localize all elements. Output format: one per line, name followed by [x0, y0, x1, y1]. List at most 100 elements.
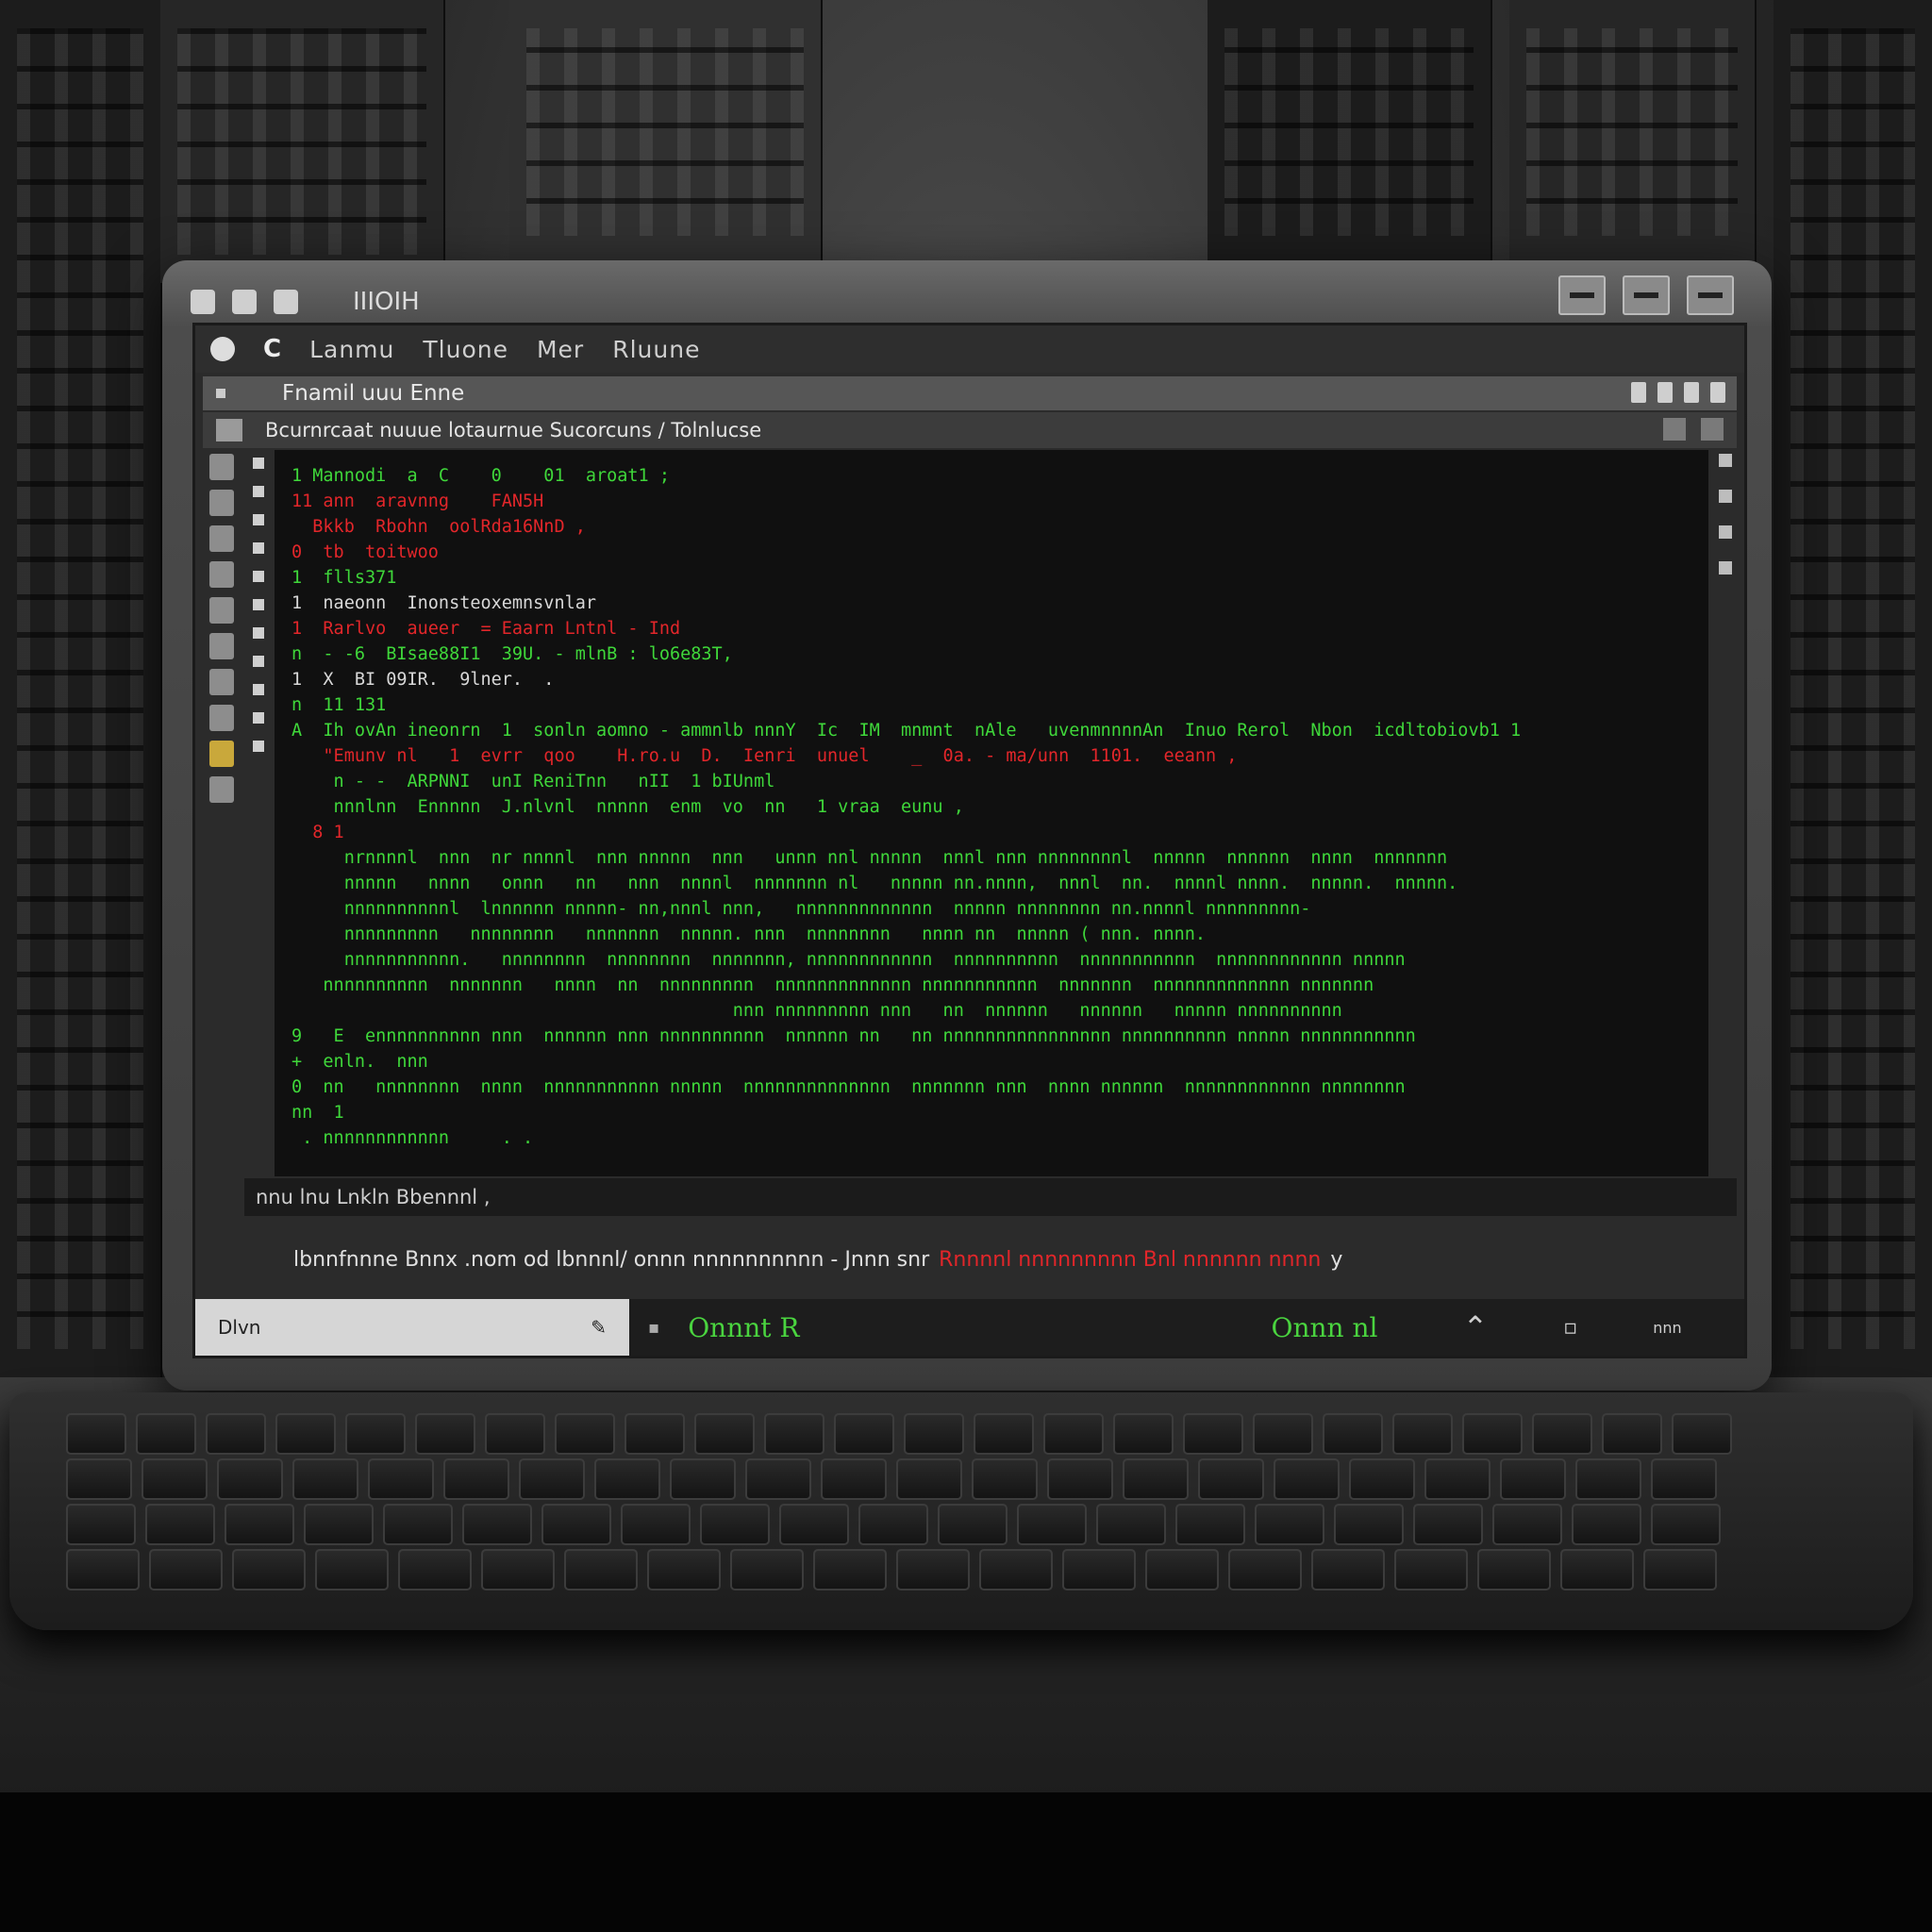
keyboard-key[interactable]	[972, 1458, 1038, 1500]
bookmark-icon[interactable]	[1719, 454, 1732, 467]
keyboard-key[interactable]	[462, 1504, 532, 1545]
keyboard-key[interactable]	[66, 1549, 140, 1591]
keyboard-key[interactable]	[1572, 1504, 1641, 1545]
keyboard-key[interactable]	[1643, 1549, 1717, 1591]
keyboard-key[interactable]	[594, 1458, 660, 1500]
keyboard-key[interactable]	[745, 1458, 811, 1500]
keyboard-key[interactable]	[368, 1458, 434, 1500]
keyboard-key[interactable]	[1198, 1458, 1264, 1500]
keyboard-key[interactable]	[1255, 1504, 1324, 1545]
keyboard-key[interactable]	[1560, 1549, 1634, 1591]
menu-item-1[interactable]: Lanmu	[309, 336, 394, 363]
keyboard-key[interactable]	[66, 1458, 132, 1500]
keyboard-key[interactable]	[1253, 1413, 1313, 1455]
scroll-marker-icon[interactable]	[1719, 561, 1732, 575]
keyboard-key[interactable]	[443, 1458, 509, 1500]
keyboard-key[interactable]	[904, 1413, 964, 1455]
back-button[interactable]: C	[263, 335, 281, 363]
keyboard-key[interactable]	[225, 1504, 294, 1545]
folder-tool-icon[interactable]	[209, 705, 234, 731]
keyboard-key[interactable]	[519, 1458, 585, 1500]
keyboard-key[interactable]	[1228, 1549, 1302, 1591]
square-icon[interactable]	[1710, 382, 1725, 403]
keyboard-key[interactable]	[564, 1549, 638, 1591]
grid-icon[interactable]	[274, 290, 298, 314]
keyboard-key[interactable]	[149, 1549, 223, 1591]
keyboard-key[interactable]	[206, 1413, 266, 1455]
keyboard-key[interactable]	[896, 1458, 962, 1500]
keyboard-key[interactable]	[1672, 1413, 1732, 1455]
keyboard-key[interactable]	[136, 1413, 196, 1455]
menu-item-3[interactable]: Mer	[537, 336, 584, 363]
keyboard-key[interactable]	[647, 1549, 721, 1591]
debug-icon[interactable]	[209, 561, 234, 588]
keyboard-key[interactable]	[625, 1413, 685, 1455]
keyboard-key[interactable]	[541, 1504, 611, 1545]
keyboard-key[interactable]	[415, 1413, 475, 1455]
keyboard-key[interactable]	[481, 1549, 555, 1591]
keyboard-key[interactable]	[1602, 1413, 1662, 1455]
search-icon[interactable]	[209, 490, 234, 516]
right-action-label[interactable]: Onnn nl	[1272, 1312, 1378, 1343]
keyboard-key[interactable]	[621, 1504, 691, 1545]
maximize-button[interactable]	[1623, 275, 1670, 315]
keyboard-key[interactable]	[1532, 1413, 1592, 1455]
keyboard-key[interactable]	[1017, 1504, 1087, 1545]
keyboard-key[interactable]	[1413, 1504, 1483, 1545]
tab-title[interactable]: Fnamil uuu Enne	[282, 381, 464, 406]
terminal-icon[interactable]	[209, 633, 234, 659]
keyboard-key[interactable]	[1113, 1413, 1174, 1455]
keyboard-key[interactable]	[398, 1549, 472, 1591]
menu-item-4[interactable]: Rluune	[612, 336, 700, 363]
left-action-label[interactable]: Onnnt R	[688, 1312, 799, 1343]
keyboard-key[interactable]	[1145, 1549, 1219, 1591]
keyboard-key[interactable]	[858, 1504, 928, 1545]
keyboard-key[interactable]	[834, 1413, 894, 1455]
keyboard-key[interactable]	[383, 1504, 453, 1545]
keyboard-key[interactable]	[1047, 1458, 1113, 1500]
path-text[interactable]: Bcurnrcaat nuuue lotaurnue Sucorcuns / T…	[265, 419, 761, 441]
view-icon[interactable]	[1663, 418, 1686, 441]
keyboard-key[interactable]	[979, 1549, 1053, 1591]
bottom-end-label[interactable]: nnn	[1653, 1319, 1681, 1337]
keyboard-key[interactable]	[1096, 1504, 1166, 1545]
keyboard-key[interactable]	[66, 1504, 136, 1545]
upload-icon[interactable]: ⌃	[1462, 1309, 1488, 1345]
keyboard-key[interactable]	[730, 1549, 804, 1591]
keyboard-key[interactable]	[694, 1413, 755, 1455]
scroll-marker-icon[interactable]	[1719, 490, 1732, 503]
keyboard-key[interactable]	[292, 1458, 358, 1500]
keyboard-key[interactable]	[764, 1413, 824, 1455]
keyboard-key[interactable]	[938, 1504, 1008, 1545]
keyboard-key[interactable]	[1462, 1413, 1523, 1455]
scroll-marker-icon[interactable]	[1719, 525, 1732, 539]
refresh-icon[interactable]	[1684, 382, 1699, 403]
keyboard-key[interactable]	[813, 1549, 887, 1591]
keyboard-key[interactable]	[217, 1458, 283, 1500]
gear-icon[interactable]	[210, 337, 235, 361]
keyboard-key[interactable]	[1492, 1504, 1562, 1545]
pin-icon[interactable]	[1631, 382, 1646, 403]
keyboard-key[interactable]	[304, 1504, 374, 1545]
keyboard-key[interactable]	[1123, 1458, 1189, 1500]
keyboard-key[interactable]	[1274, 1458, 1340, 1500]
keyboard-key[interactable]	[1062, 1549, 1136, 1591]
save-icon[interactable]	[232, 290, 257, 314]
keyboard-key[interactable]	[1651, 1504, 1721, 1545]
expand-icon[interactable]	[1701, 418, 1724, 441]
terminal-output[interactable]: 1 Mannodi a C 0 01 aroat1 ; 11 ann aravnn…	[275, 450, 1708, 1176]
keyboard-key[interactable]	[1575, 1458, 1641, 1500]
warning-icon[interactable]	[209, 741, 234, 767]
keyboard-key[interactable]	[700, 1504, 770, 1545]
keyboard-key[interactable]	[315, 1549, 389, 1591]
keyboard-key[interactable]	[232, 1549, 306, 1591]
keyboard-key[interactable]	[142, 1458, 208, 1500]
search-input[interactable]: Dlvn ✎	[195, 1299, 629, 1356]
split-icon[interactable]	[1657, 382, 1673, 403]
keyboard-key[interactable]	[485, 1413, 545, 1455]
keyboard-key[interactable]	[1424, 1458, 1491, 1500]
keyboard-key[interactable]	[1500, 1458, 1566, 1500]
keyboard-key[interactable]	[896, 1549, 970, 1591]
keyboard-key[interactable]	[821, 1458, 887, 1500]
keyboard-key[interactable]	[1394, 1549, 1468, 1591]
